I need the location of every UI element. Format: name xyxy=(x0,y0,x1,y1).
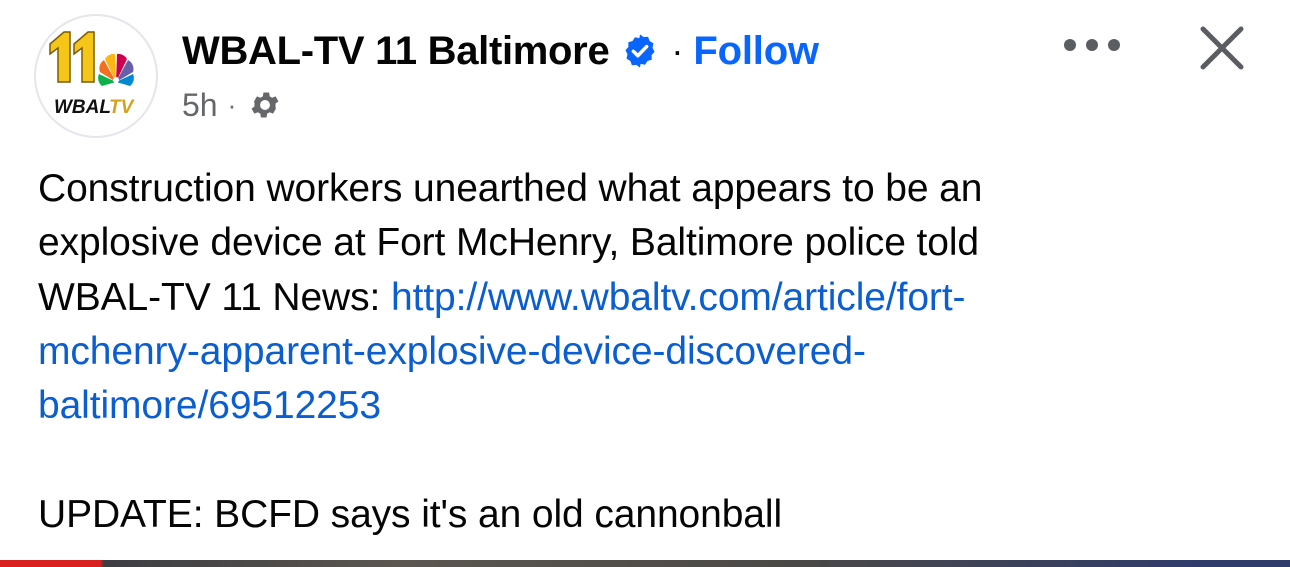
follow-button[interactable]: Follow xyxy=(693,29,819,74)
wbal-logo: WBAL TV xyxy=(49,31,135,118)
article-link[interactable]: http://www.wbaltv.com/article/fort- xyxy=(391,276,966,319)
name-separator: · xyxy=(671,30,684,71)
post-text-segment: WBAL-TV 11 News: xyxy=(38,275,391,319)
page-name-link[interactable]: WBAL-TV 11 Baltimore xyxy=(182,29,610,74)
verified-badge-icon xyxy=(621,32,659,70)
post-text-line: explosive device at Fort McHenry, Baltim… xyxy=(38,221,979,265)
close-icon[interactable] xyxy=(1195,21,1249,75)
svg-text:WBAL: WBAL xyxy=(54,97,111,118)
logo-wordmark: WBAL TV xyxy=(52,96,135,118)
meta-separator: · xyxy=(227,89,237,120)
post-text-line: mchenry-apparent-explosive-device-discov… xyxy=(38,325,1258,379)
logo-number-11 xyxy=(49,31,95,83)
article-link-continued[interactable]: baltimore/69512253 xyxy=(38,384,381,427)
more-options-button[interactable] xyxy=(1064,30,1120,60)
more-dot-icon xyxy=(1064,39,1076,51)
gear-icon[interactable] xyxy=(248,88,282,122)
post-body-text: Construction workers unearthed what appe… xyxy=(38,162,1258,542)
more-dot-icon xyxy=(1086,39,1098,51)
post-meta-row: 5h · xyxy=(182,84,282,126)
post-media-preview-edge[interactable] xyxy=(0,560,1290,567)
post-header-name-row: WBAL-TV 11 Baltimore · Follow xyxy=(182,26,819,76)
post-timestamp[interactable]: 5h xyxy=(182,87,218,124)
post-update-line: UPDATE: BCFD says it's an old cannonball xyxy=(38,492,783,536)
post-text-line: Construction workers unearthed what appe… xyxy=(38,167,983,210)
post-text-line: WBAL-TV 11 News: http://www.wbaltv.com/a… xyxy=(38,271,1258,325)
svg-text:TV: TV xyxy=(109,97,135,118)
article-link-continued[interactable]: mchenry-apparent-explosive-device-discov… xyxy=(38,330,866,373)
facebook-post: WBAL TV WBAL-TV 11 Baltimore · Follow 5h… xyxy=(0,0,1290,567)
page-avatar[interactable]: WBAL TV xyxy=(34,14,158,138)
post-text-line: baltimore/69512253 xyxy=(38,379,1258,433)
more-dot-icon xyxy=(1108,39,1120,51)
peacock-logo xyxy=(98,53,134,86)
